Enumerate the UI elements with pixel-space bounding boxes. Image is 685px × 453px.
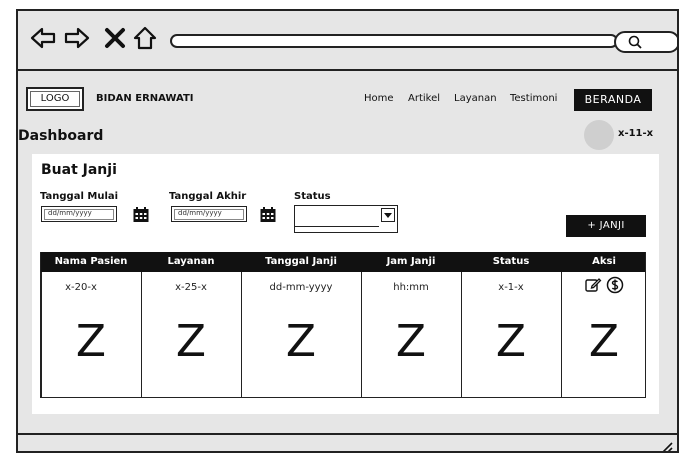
placeholder-glyph: Z	[75, 316, 107, 367]
browser-window: LOGO BIDAN ERNAWATI Home Artikel Layanan…	[16, 9, 679, 453]
search-box[interactable]	[614, 31, 677, 53]
appointment-card: Buat Janji Tanggal Mulai dd/mm/yyyy Tang…	[32, 154, 659, 414]
calendar-icon[interactable]	[259, 206, 277, 224]
calendar-icon[interactable]	[132, 206, 150, 224]
col-header-status: Status	[492, 256, 530, 267]
start-date-input[interactable]: dd/mm/yyyy	[41, 206, 117, 222]
col-header-tanggal-janji: Tanggal Janji	[265, 256, 337, 267]
col-header-nama-pasien: Nama Pasien	[54, 256, 128, 267]
address-bar[interactable]	[170, 34, 618, 48]
end-date-placeholder: dd/mm/yyyy	[178, 209, 222, 217]
browser-status-bar	[18, 433, 677, 453]
end-date-input[interactable]: dd/mm/yyyy	[171, 206, 247, 222]
placeholder-glyph: Z	[495, 316, 527, 367]
dollar-icon[interactable]	[606, 276, 624, 294]
back-arrow-icon[interactable]	[30, 25, 56, 51]
search-icon	[628, 35, 642, 49]
nav-artikel[interactable]: Artikel	[408, 93, 440, 104]
table-header: Nama Pasien Layanan Tanggal Janji Jam Ja…	[41, 252, 645, 272]
col-header-aksi: Aksi	[592, 256, 616, 267]
forward-arrow-icon[interactable]	[64, 25, 90, 51]
cell-status: x-1-x	[498, 282, 524, 293]
placeholder-glyph: Z	[588, 316, 620, 367]
resize-grip-icon[interactable]	[659, 439, 673, 453]
page-title: Dashboard	[18, 128, 104, 144]
user-name: x-11-x	[618, 128, 654, 139]
nav-testimoni[interactable]: Testimoni	[510, 93, 557, 104]
avatar[interactable]	[584, 120, 614, 150]
nav-layanan[interactable]: Layanan	[454, 93, 497, 104]
cell-layanan: x-25-x	[175, 282, 207, 293]
chevron-down-icon[interactable]	[381, 208, 395, 222]
dropdown-underline	[295, 226, 379, 227]
end-date-label: Tanggal Akhir	[169, 191, 247, 202]
home-icon[interactable]	[132, 25, 158, 51]
beranda-button[interactable]: BERANDA	[574, 89, 652, 111]
cell-jam-janji: hh:mm	[393, 282, 429, 293]
add-appointment-button[interactable]: + JANJI	[566, 215, 646, 237]
logo-frame	[30, 91, 80, 107]
placeholder-glyph: Z	[285, 316, 317, 367]
status-label: Status	[294, 191, 331, 202]
placeholder-glyph: Z	[395, 316, 427, 367]
placeholder-glyph: Z	[175, 316, 207, 367]
start-date-label: Tanggal Mulai	[40, 191, 119, 202]
section-title: Buat Janji	[41, 162, 117, 178]
cell-tanggal-janji: dd-mm-yyyy	[269, 282, 333, 293]
close-x-icon[interactable]	[102, 25, 128, 51]
status-dropdown[interactable]	[294, 205, 398, 233]
col-header-layanan: Layanan	[167, 256, 215, 267]
cell-nama-pasien: x-20-x	[65, 282, 97, 293]
logo[interactable]: LOGO	[26, 87, 84, 111]
action-icons	[561, 276, 647, 296]
browser-toolbar	[18, 11, 677, 71]
start-date-placeholder: dd/mm/yyyy	[48, 209, 92, 217]
edit-icon[interactable]	[584, 276, 602, 294]
brand-name: BIDAN ERNAWATI	[96, 93, 194, 104]
col-header-jam-janji: Jam Janji	[386, 256, 436, 267]
nav-home[interactable]: Home	[364, 93, 394, 104]
appointments-table: Nama Pasien Layanan Tanggal Janji Jam Ja…	[40, 252, 646, 398]
site-header: LOGO BIDAN ERNAWATI Home Artikel Layanan…	[18, 73, 677, 123]
